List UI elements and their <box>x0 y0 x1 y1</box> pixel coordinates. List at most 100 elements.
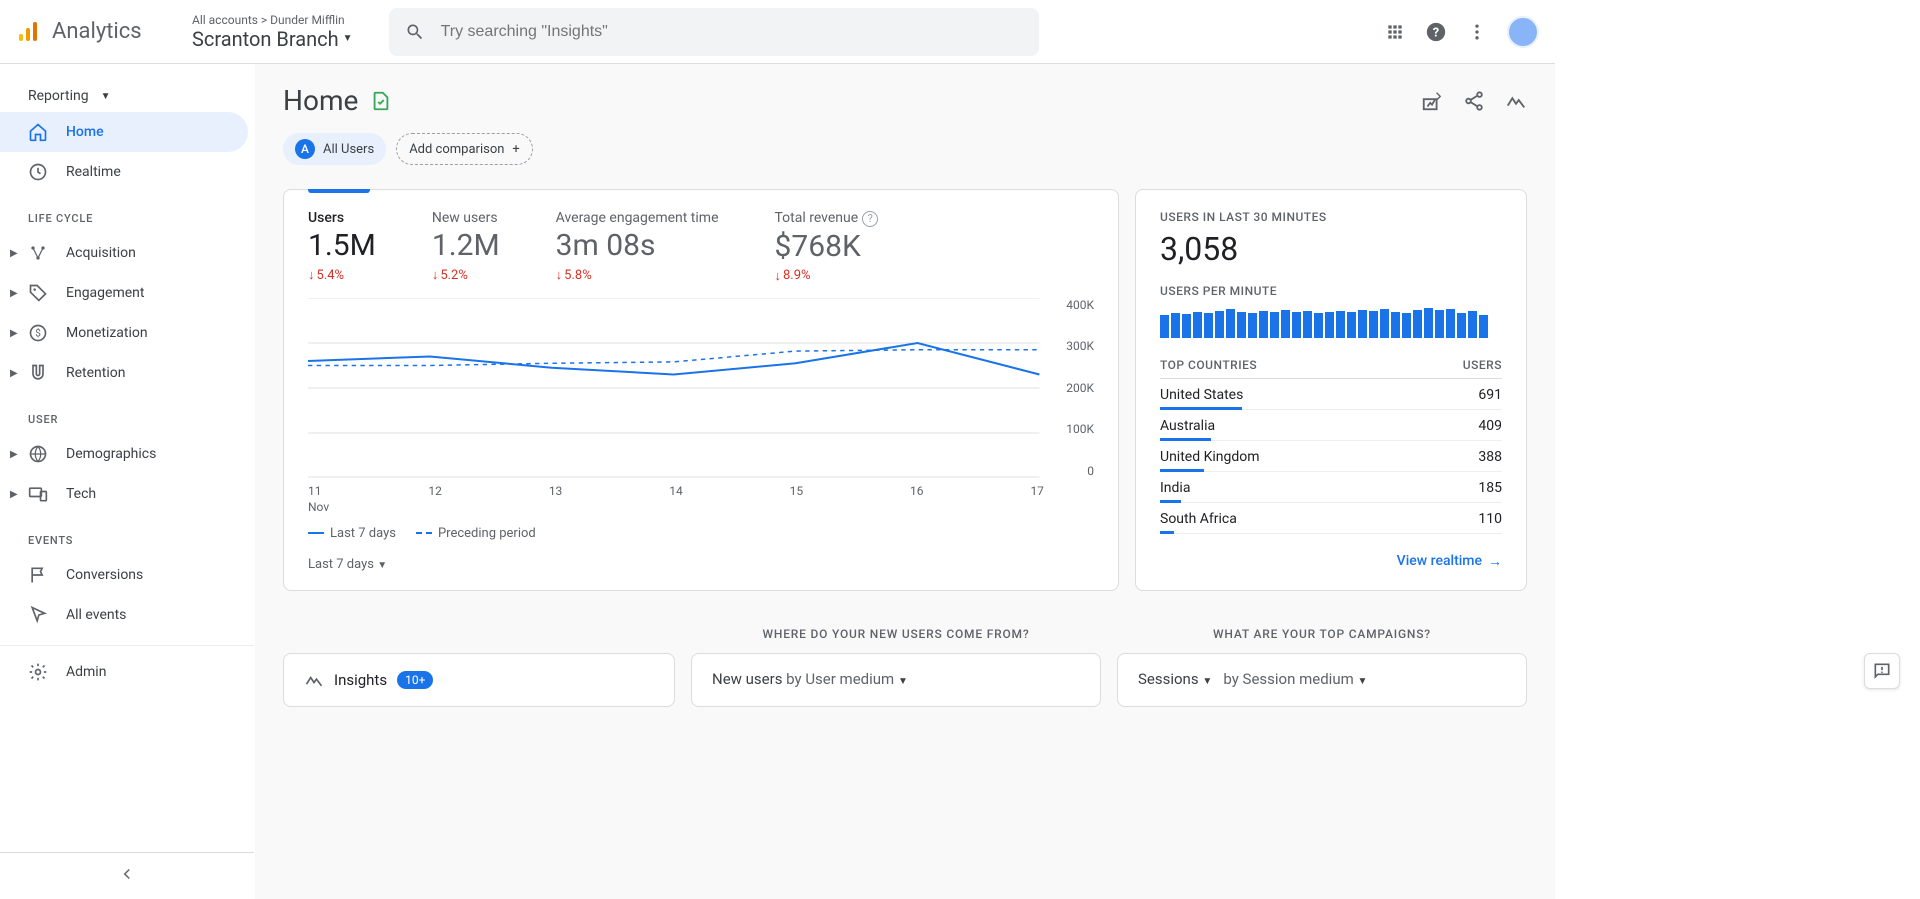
gear-icon <box>28 662 48 682</box>
section-head-campaigns: WHAT ARE YOUR TOP CAMPAIGNS? <box>1117 627 1527 641</box>
svg-text:?: ? <box>1433 25 1439 40</box>
date-range-selector[interactable]: Last 7 days ▼ <box>308 557 1094 572</box>
realtime-row: Australia409 <box>1160 410 1502 441</box>
realtime-row: South Africa110 <box>1160 503 1502 534</box>
caret-right-icon: ▶ <box>10 368 18 379</box>
more-icon[interactable] <box>1467 22 1487 42</box>
help-icon[interactable]: ? <box>1425 21 1447 43</box>
sidebar: Reporting ▼ Home Realtime LIFE CYCLE ▶ A… <box>0 64 255 899</box>
svg-text:$: $ <box>35 326 41 339</box>
add-comparison-button[interactable]: Add comparison + <box>396 133 533 165</box>
search-icon <box>405 22 425 42</box>
segment-all-users[interactable]: A All Users <box>283 133 386 165</box>
sidebar-item-monetization[interactable]: ▶ $ Monetization <box>0 313 254 353</box>
realtime-th-country: TOP COUNTRIES <box>1160 358 1257 372</box>
new-users-dimension-selector[interactable]: New users by User medium ▼ <box>712 670 1080 688</box>
users-chart: 400K300K200K100K0 <box>308 298 1094 478</box>
realtime-row: United States691 <box>1160 379 1502 410</box>
page-title: Home <box>283 84 358 117</box>
main-pane: Home A All Users Add comparison <box>255 64 1555 899</box>
x-axis-sublabel: Nov <box>308 500 1094 514</box>
view-realtime-link[interactable]: View realtime → <box>1397 553 1502 570</box>
metric-new-users[interactable]: New users1.2M↓ 5.2% <box>432 210 500 284</box>
share-icon[interactable] <box>1463 90 1485 112</box>
sidebar-item-demographics[interactable]: ▶ Demographics <box>0 434 254 474</box>
feedback-button[interactable] <box>1864 653 1900 689</box>
arrow-down-icon: ↓ <box>308 267 315 283</box>
reporting-label: Reporting <box>28 88 89 104</box>
magnet-icon <box>28 363 48 383</box>
sidebar-item-tech[interactable]: ▶ Tech <box>0 474 254 514</box>
caret-right-icon: ▶ <box>10 328 18 339</box>
search-box[interactable] <box>389 8 1039 56</box>
x-axis-labels: 11121314151617 <box>308 484 1094 498</box>
breadcrumb: All accounts > Dunder Mifflin <box>192 13 353 27</box>
chart-legend: Last 7 days Preceding period <box>308 526 1094 541</box>
metrics-row: Users1.5M↓ 5.4% New users1.2M↓ 5.2% Averag… <box>308 210 1094 284</box>
insights-icon <box>304 670 324 690</box>
user-avatar[interactable] <box>1507 16 1539 48</box>
search-input[interactable] <box>441 23 1023 41</box>
home-icon <box>28 122 48 142</box>
campaigns-card: Sessions ▼ by Session medium ▼ <box>1117 653 1527 707</box>
sidebar-item-engagement[interactable]: ▶ Engagement <box>0 273 254 313</box>
sidebar-item-conversions[interactable]: Conversions <box>0 555 254 595</box>
metric-users[interactable]: Users1.5M↓ 5.4% <box>308 210 376 284</box>
chevron-down-icon: ▼ <box>101 91 111 102</box>
sessions-metric-selector[interactable]: Sessions ▼ <box>1138 670 1212 688</box>
tag-icon <box>28 283 48 303</box>
reporting-selector[interactable]: Reporting ▼ <box>0 80 254 112</box>
chevron-down-icon: ▼ <box>377 560 387 571</box>
realtime-card: USERS IN LAST 30 MINUTES 3,058 USERS PER… <box>1135 189 1527 591</box>
sidebar-item-admin[interactable]: Admin <box>0 645 254 692</box>
app-header: Analytics All accounts > Dunder Mifflin … <box>0 0 1555 64</box>
property-name: Scranton Branch <box>192 27 339 51</box>
clock-icon <box>28 162 48 182</box>
sidebar-item-home[interactable]: Home <box>0 112 248 152</box>
chevron-left-icon <box>118 865 136 883</box>
chevron-down-icon: ▼ <box>343 33 353 44</box>
feedback-icon <box>1872 661 1892 681</box>
arrow-right-icon: → <box>1488 553 1502 570</box>
arrow-down-icon: ↓ <box>432 267 439 283</box>
metric-average-engagement-time[interactable]: Average engagement time3m 08s↓ 5.8% <box>556 210 719 284</box>
chevron-down-icon: ▼ <box>898 676 908 687</box>
new-users-card: New users by User medium ▼ <box>691 653 1101 707</box>
section-head-new-users: WHERE DO YOUR NEW USERS COME FROM? <box>691 627 1101 641</box>
insights-sparkle-icon[interactable] <box>1505 90 1527 112</box>
verified-icon <box>370 90 392 112</box>
apps-icon[interactable] <box>1385 22 1405 42</box>
active-metric-indicator <box>308 189 370 193</box>
sidebar-item-acquisition[interactable]: ▶ Acquisition <box>0 233 254 273</box>
realtime-th-users: USERS <box>1463 358 1502 372</box>
insights-count-badge: 10+ <box>397 671 433 689</box>
sessions-dimension-selector[interactable]: by Session medium ▼ <box>1223 670 1367 688</box>
analytics-logo-icon <box>16 20 40 44</box>
section-lifecycle: LIFE CYCLE <box>0 192 254 233</box>
cursor-icon <box>28 605 48 625</box>
metric-total-revenue[interactable]: Total revenue?$768K↓ 8.9% <box>775 210 879 284</box>
realtime-value: 3,058 <box>1160 230 1502 268</box>
property-selector[interactable]: All accounts > Dunder Mifflin Scranton B… <box>192 13 353 51</box>
devices-icon <box>28 484 48 504</box>
sidebar-collapse[interactable] <box>0 852 254 899</box>
caret-right-icon: ▶ <box>10 248 18 259</box>
insights-card[interactable]: Insights 10+ <box>283 653 675 707</box>
sidebar-item-realtime[interactable]: Realtime <box>0 152 254 192</box>
caret-right-icon: ▶ <box>10 449 18 460</box>
customize-icon[interactable] <box>1421 90 1443 112</box>
acquisition-icon <box>28 243 48 263</box>
plus-icon: + <box>512 142 519 157</box>
dollar-icon: $ <box>28 323 48 343</box>
sidebar-item-allevents[interactable]: All events <box>0 595 254 635</box>
arrow-down-icon: ↓ <box>556 267 563 283</box>
overview-card: Users1.5M↓ 5.4% New users1.2M↓ 5.2% Averag… <box>283 189 1119 591</box>
realtime-per-minute-label: USERS PER MINUTE <box>1160 284 1502 298</box>
realtime-title: USERS IN LAST 30 MINUTES <box>1160 210 1502 224</box>
product-name: Analytics <box>52 19 142 44</box>
flag-icon <box>28 565 48 585</box>
sidebar-item-retention[interactable]: ▶ Retention <box>0 353 254 393</box>
arrow-down-icon: ↓ <box>775 268 782 284</box>
caret-right-icon: ▶ <box>10 489 18 500</box>
chevron-down-icon: ▼ <box>1202 676 1212 687</box>
